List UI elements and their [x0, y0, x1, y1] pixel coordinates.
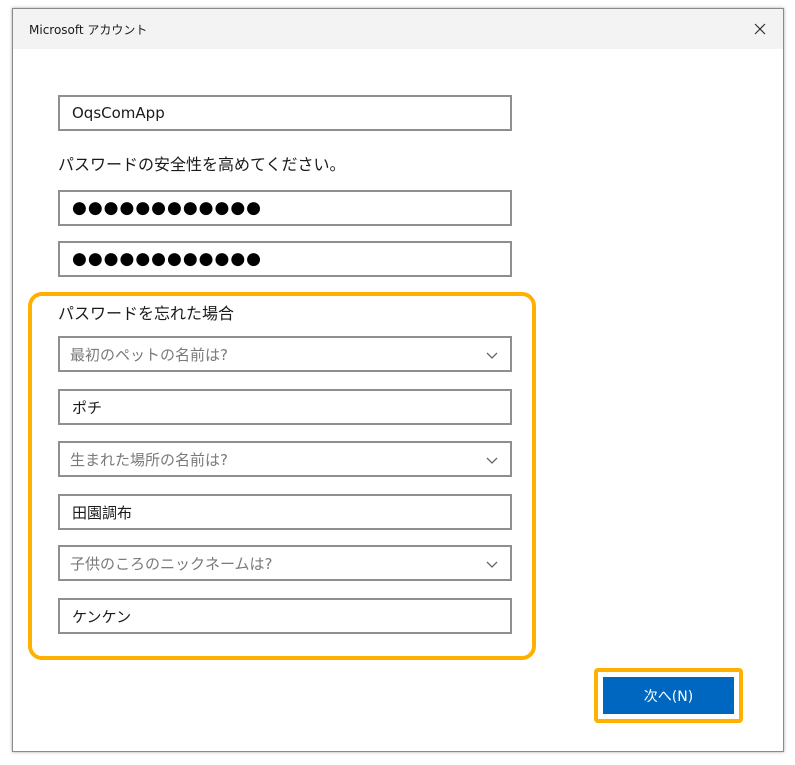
title-bar: Microsoft アカウント — [13, 9, 783, 49]
confirm-password-value: ●●●●●●●●●●●● — [72, 249, 263, 269]
next-button-highlight — [594, 668, 743, 723]
password-hint-text: パスワードの安全性を高めてください。 — [58, 155, 346, 174]
close-icon — [754, 23, 766, 35]
close-button[interactable] — [737, 9, 783, 49]
password-field[interactable]: ●●●●●●●●●●●● — [58, 190, 512, 226]
confirm-password-field[interactable]: ●●●●●●●●●●●● — [58, 241, 512, 277]
username-value: OqsComApp — [72, 104, 165, 122]
username-field[interactable]: OqsComApp — [58, 95, 512, 131]
password-value: ●●●●●●●●●●●● — [72, 198, 263, 218]
window-title: Microsoft アカウント — [29, 23, 148, 37]
recovery-section-highlight — [28, 292, 536, 660]
